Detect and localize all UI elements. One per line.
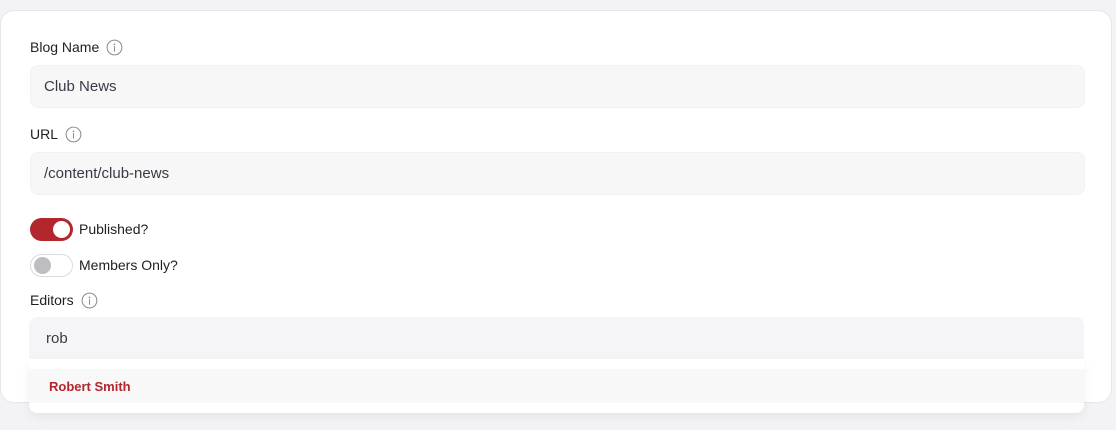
info-icon[interactable]	[81, 292, 98, 309]
members-only-label: Members Only?	[79, 257, 178, 273]
suggestion-item[interactable]: Robert Smith	[29, 369, 1084, 403]
published-toggle[interactable]	[30, 217, 73, 241]
url-label-row: URL	[30, 124, 82, 144]
blog-name-label: Blog Name	[30, 39, 100, 55]
url-input[interactable]	[30, 152, 1085, 195]
blog-name-input[interactable]	[30, 65, 1085, 108]
editors-suggestion-dropdown: Robert Smith	[29, 359, 1084, 413]
editors-label-row: Editors	[30, 290, 98, 310]
toggle-knob	[34, 256, 51, 274]
editors-search-input[interactable]	[29, 317, 1084, 360]
members-only-toggle[interactable]	[30, 253, 73, 277]
members-only-row: Members Only?	[30, 253, 178, 277]
toggle-knob	[53, 220, 70, 238]
info-icon[interactable]	[106, 39, 123, 56]
blog-name-label-row: Blog Name	[30, 37, 123, 57]
published-row: Published?	[30, 217, 148, 241]
info-icon[interactable]	[65, 126, 82, 143]
editors-label: Editors	[30, 292, 74, 308]
published-label: Published?	[79, 221, 149, 237]
url-label: URL	[30, 126, 59, 142]
